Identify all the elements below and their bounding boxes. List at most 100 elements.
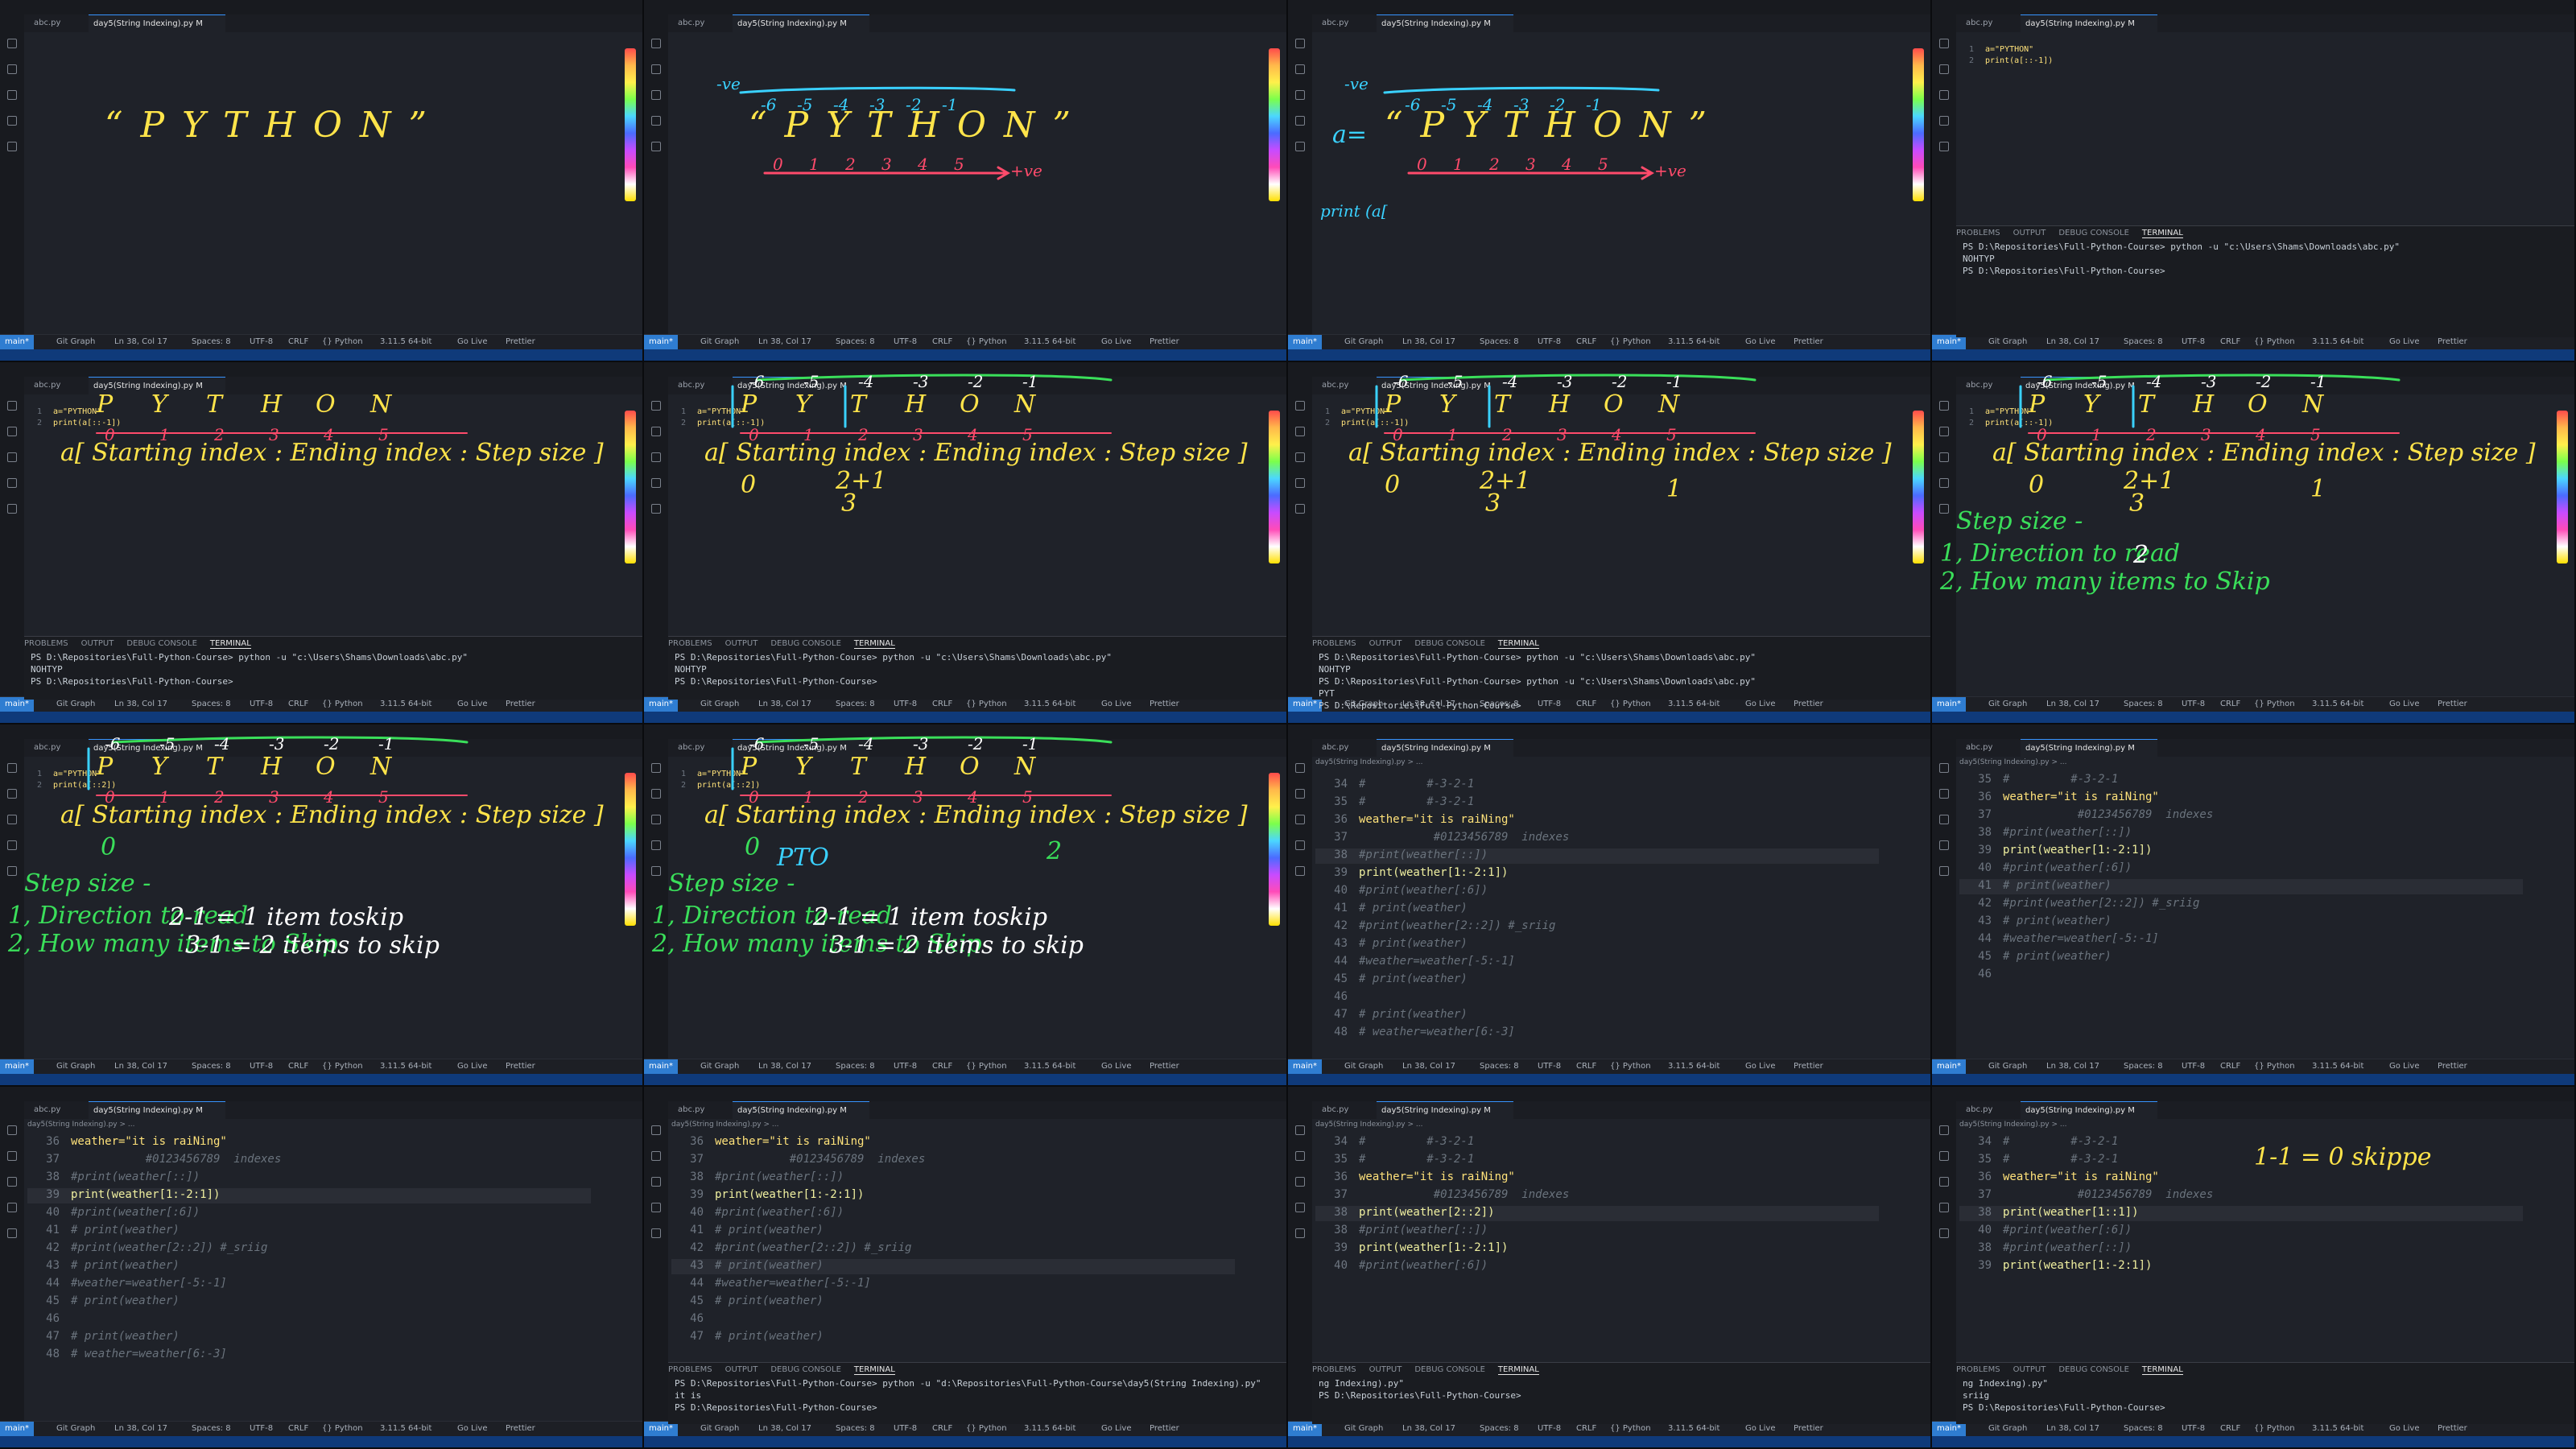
status-item[interactable]: Prettier (2438, 1059, 2467, 1074)
terminal-tab-terminal[interactable]: TERMINAL (2141, 229, 2183, 238)
status-item[interactable]: UTF-8 (250, 1059, 273, 1074)
status-item[interactable]: {} Python (322, 1059, 363, 1074)
status-item[interactable]: Go Live (1745, 335, 1775, 349)
status-item[interactable]: Spaces: 8 (192, 1059, 231, 1074)
run-debug-icon[interactable] (1295, 478, 1305, 488)
git-branch-indicator[interactable]: main* (1288, 335, 1322, 349)
run-debug-icon[interactable] (651, 840, 661, 850)
status-item[interactable]: {} Python (1610, 1059, 1651, 1074)
source-control-icon[interactable] (1295, 815, 1305, 824)
extensions-icon[interactable] (7, 866, 17, 876)
source-control-icon[interactable] (1939, 1177, 1949, 1187)
terminal-tab-debug-console[interactable]: DEBUG CONSOLE (770, 1365, 841, 1374)
extensions-icon[interactable] (1939, 866, 1949, 876)
tab-day5[interactable]: day5(String Indexing).py M (733, 1101, 869, 1119)
extensions-icon[interactable] (7, 1228, 17, 1238)
pen-color-palette[interactable] (1269, 773, 1280, 926)
tab-day5[interactable]: day5(String Indexing).py M (1377, 1101, 1513, 1119)
extensions-icon[interactable] (651, 504, 661, 514)
pen-color-palette[interactable] (2557, 411, 2568, 564)
status-item[interactable]: CRLF (288, 1422, 308, 1436)
tab-day5[interactable]: day5(String Indexing).py M (2021, 1101, 2157, 1119)
status-item[interactable]: Git Graph (1344, 1059, 1383, 1074)
explorer-icon[interactable] (7, 401, 17, 411)
status-item[interactable]: Go Live (2389, 1059, 2419, 1074)
status-item[interactable]: CRLF (932, 1059, 952, 1074)
terminal-tab-debug-console[interactable]: DEBUG CONSOLE (2058, 1365, 2129, 1374)
tab-day5[interactable]: day5(String Indexing).py M (89, 14, 225, 32)
search-icon[interactable] (1939, 1151, 1949, 1161)
explorer-icon[interactable] (651, 39, 661, 48)
status-item[interactable]: 3.11.5 64-bit (2312, 697, 2363, 712)
explorer-icon[interactable] (1295, 1125, 1305, 1135)
extensions-icon[interactable] (1939, 504, 1949, 514)
status-item[interactable]: UTF-8 (894, 1059, 917, 1074)
run-debug-icon[interactable] (1295, 840, 1305, 850)
tab-abc-py[interactable]: abc.py (1961, 14, 2017, 32)
extensions-icon[interactable] (651, 866, 661, 876)
status-item[interactable]: Spaces: 8 (1480, 1059, 1519, 1074)
explorer-icon[interactable] (1295, 39, 1305, 48)
status-item[interactable]: Go Live (457, 335, 487, 349)
terminal-tab-terminal[interactable]: TERMINAL (209, 639, 251, 649)
status-item[interactable]: UTF-8 (2182, 1059, 2205, 1074)
status-item[interactable]: Spaces: 8 (836, 1059, 875, 1074)
run-debug-icon[interactable] (1295, 116, 1305, 126)
status-item[interactable]: 3.11.5 64-bit (1668, 335, 1719, 349)
tab-abc-py[interactable]: abc.py (29, 377, 85, 394)
source-control-icon[interactable] (1295, 452, 1305, 462)
status-item[interactable]: {} Python (1610, 335, 1651, 349)
run-debug-icon[interactable] (651, 116, 661, 126)
status-item[interactable]: Prettier (1794, 335, 1823, 349)
source-control-icon[interactable] (651, 815, 661, 824)
run-debug-icon[interactable] (1295, 1203, 1305, 1212)
source-control-icon[interactable] (651, 90, 661, 100)
terminal-tab-output[interactable]: OUTPUT (2013, 1365, 2046, 1374)
status-item[interactable]: Git Graph (1344, 335, 1383, 349)
terminal-tab-output[interactable]: OUTPUT (2013, 229, 2046, 237)
extensions-icon[interactable] (7, 142, 17, 151)
status-item[interactable]: Go Live (457, 1059, 487, 1074)
tab-day5[interactable]: day5(String Indexing).py M (2021, 739, 2157, 757)
search-icon[interactable] (651, 427, 661, 436)
status-item[interactable]: {} Python (966, 335, 1007, 349)
code-editor[interactable]: 35 # #-3-2-1 36 weather="it is raiNing" 37 #… (1959, 773, 2557, 1059)
tab-abc-py[interactable]: abc.py (673, 1101, 729, 1119)
search-icon[interactable] (1295, 427, 1305, 436)
status-item[interactable]: Spaces: 8 (192, 335, 231, 349)
run-debug-icon[interactable] (7, 1203, 17, 1212)
git-branch-indicator[interactable]: main* (1288, 1059, 1322, 1074)
extensions-icon[interactable] (1939, 142, 1949, 151)
terminal-tab-problems[interactable]: PROBLEMS (668, 639, 712, 648)
status-item[interactable]: Git Graph (700, 1059, 739, 1074)
status-item[interactable]: Prettier (1150, 335, 1179, 349)
explorer-icon[interactable] (7, 763, 17, 773)
terminal-tab-output[interactable]: OUTPUT (81, 639, 114, 648)
status-item[interactable]: Go Live (2389, 697, 2419, 712)
status-item[interactable]: Go Live (1745, 1059, 1775, 1074)
status-item[interactable]: Prettier (506, 1059, 535, 1074)
status-item[interactable]: 3.11.5 64-bit (1024, 335, 1075, 349)
tab-abc-py[interactable]: abc.py (29, 14, 85, 32)
status-item[interactable]: Go Live (457, 1422, 487, 1436)
terminal-tab-problems[interactable]: PROBLEMS (1312, 639, 1356, 648)
explorer-icon[interactable] (1939, 39, 1949, 48)
extensions-icon[interactable] (1295, 504, 1305, 514)
search-icon[interactable] (1939, 789, 1949, 799)
run-debug-icon[interactable] (1939, 116, 1949, 126)
pen-color-palette[interactable] (1269, 411, 1280, 564)
tab-abc-py[interactable]: abc.py (1317, 739, 1373, 757)
search-icon[interactable] (7, 64, 17, 74)
terminal-tab-output[interactable]: OUTPUT (725, 1365, 758, 1374)
terminal-tab-problems[interactable]: PROBLEMS (668, 1365, 712, 1374)
status-item[interactable]: Prettier (506, 1422, 535, 1436)
tab-day5[interactable]: day5(String Indexing).py M (1377, 739, 1513, 757)
terminal-tab-debug-console[interactable]: DEBUG CONSOLE (126, 639, 197, 648)
source-control-icon[interactable] (1295, 1177, 1305, 1187)
search-icon[interactable] (7, 1151, 17, 1161)
status-item[interactable]: Ln 38, Col 17 (1402, 335, 1455, 349)
extensions-icon[interactable] (1295, 142, 1305, 151)
run-debug-icon[interactable] (1939, 840, 1949, 850)
explorer-icon[interactable] (651, 401, 661, 411)
status-item[interactable]: CRLF (1576, 335, 1596, 349)
